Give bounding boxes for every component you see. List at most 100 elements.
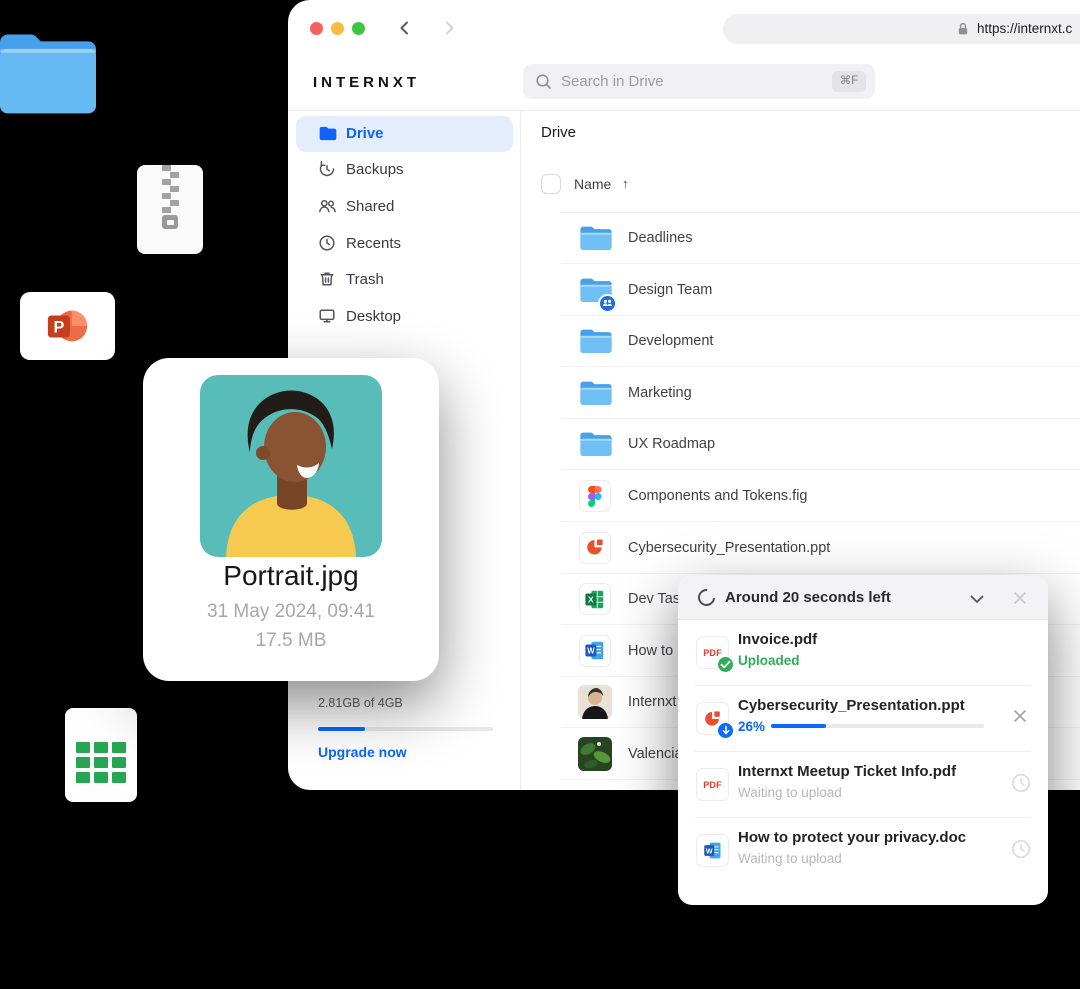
upload-item-status: Uploaded [738,653,800,668]
word-file-icon: W [696,834,729,867]
file-name: Development [628,333,713,349]
folder-icon [579,224,613,257]
trash-icon [318,270,336,293]
search-input[interactable]: Search in Drive ⌘F [523,64,875,99]
upgrade-now-link[interactable]: Upgrade now [318,744,407,760]
svg-text:W: W [587,647,595,656]
storage-progress-fill [318,727,365,731]
cancel-upload-button[interactable] [1010,706,1034,730]
upload-progress-panel: Around 20 seconds left PDF Invoice.pdf U… [678,575,1048,905]
upload-item-name: Internxt Meetup Ticket Info.pdf [738,763,956,780]
file-name: Components and Tokens.fig [628,488,808,504]
collapse-panel-button[interactable] [968,590,986,613]
svg-text:W: W [705,847,712,855]
sidebar-item-desktop[interactable]: Desktop [288,298,520,335]
file-name: How to p [628,643,685,659]
history-icon [318,160,336,183]
upload-item-status: Waiting to upload [738,785,842,800]
page: P https://internxt.c [0,0,1080,989]
upload-item: W How to protect your privacy.doc Waitin… [678,818,1048,884]
preview-filename: Portrait.jpg [143,560,439,592]
sidebar-item-drive[interactable]: Drive [296,116,513,152]
address-bar[interactable]: https://internxt.c [723,14,1080,44]
upload-item: PDF Internxt Meetup Ticket Info.pdf Wait… [678,752,1048,818]
sidebar-item-label: Backups [346,151,404,188]
upload-time-remaining: Around 20 seconds left [725,575,891,620]
sort-ascending-icon[interactable]: ↑ [622,174,629,194]
search-shortcut-badge: ⌘F [832,71,866,92]
sidebar-item-backups[interactable]: Backups [288,151,520,188]
waiting-clock-icon [1010,772,1034,796]
upload-progress-fill [771,724,826,728]
search-icon [535,73,552,95]
portrait-photo [200,375,382,557]
floating-zip-file-icon [137,165,203,254]
sidebar-item-label: Desktop [346,298,401,335]
file-name: Deadlines [628,230,693,246]
folder-icon [579,430,613,463]
sidebar-item-shared[interactable]: Shared [288,188,520,225]
uploading-arrow-badge-icon [716,721,735,740]
close-panel-button[interactable] [1010,588,1030,613]
upload-item-name: How to protect your privacy.doc [738,829,966,846]
people-icon [318,197,337,220]
floating-folder-icon [0,28,96,119]
folder-icon [318,124,338,148]
zoom-window-button[interactable] [352,22,365,35]
upload-item-percent: 26% [738,719,765,734]
close-window-button[interactable] [310,22,323,35]
excel-file-icon: X [579,583,611,615]
svg-text:X: X [588,594,594,604]
preview-date: 31 May 2024, 09:41 [143,601,439,623]
file-row[interactable]: Deadlines [522,212,1080,264]
file-name: Internxt [628,694,676,710]
image-thumbnail [578,737,612,771]
clock-icon [318,234,336,257]
file-name: Valencia [628,746,683,762]
powerpoint-file-icon [579,532,611,564]
pdf-file-icon: PDF [696,768,729,801]
folder-icon [579,327,613,360]
upload-item: PDF Invoice.pdf Uploaded [678,620,1048,686]
select-all-checkbox[interactable] [541,174,561,194]
sidebar-item-trash[interactable]: Trash [288,261,520,298]
folder-icon [579,379,613,412]
lock-icon [956,21,970,42]
file-preview-card: Portrait.jpg 31 May 2024, 09:41 17.5 MB [143,358,439,681]
upload-panel-header: Around 20 seconds left [678,575,1048,620]
svg-text:P: P [53,319,64,337]
file-name: UX Roadmap [628,436,715,452]
powerpoint-file-icon [696,702,729,735]
sidebar-item-recents[interactable]: Recents [288,225,520,262]
uploaded-check-badge-icon [716,655,735,674]
file-name: Design Team [628,282,712,298]
file-row[interactable]: Design Team [522,264,1080,316]
minimize-window-button[interactable] [331,22,344,35]
waiting-clock-icon [1010,838,1034,862]
upload-item-name: Cybersecurity_Presentation.ppt [738,697,965,714]
upload-item: Cybersecurity_Presentation.ppt 26% [678,686,1048,752]
floating-powerpoint-icon: P [20,292,115,360]
spreadsheet-grid-icon [76,742,126,783]
zipper-icon [162,165,178,229]
file-row[interactable]: UX Roadmap [522,418,1080,470]
storage-progress-bar [318,727,493,731]
sidebar-item-label: Shared [346,188,394,225]
file-name: Cybersecurity_Presentation.ppt [628,540,830,556]
preview-size: 17.5 MB [143,630,439,652]
url-text: https://internxt.c [977,14,1072,44]
file-row[interactable]: Development [522,315,1080,367]
sidebar-item-label: Recents [346,225,401,262]
image-thumbnail [578,685,612,719]
file-name: Dev Tas [628,591,680,607]
search-placeholder: Search in Drive [561,64,664,99]
nav-forward-button[interactable] [440,19,458,37]
file-row[interactable]: Cybersecurity_Presentation.ppt [522,522,1080,574]
desktop-icon [318,307,336,330]
file-row[interactable]: Marketing [522,367,1080,419]
file-row[interactable]: Components and Tokens.fig [522,470,1080,522]
figma-file-icon [579,480,611,512]
page-title: Drive [541,124,576,141]
column-header-name[interactable]: Name [574,174,611,194]
nav-back-button[interactable] [396,19,414,37]
